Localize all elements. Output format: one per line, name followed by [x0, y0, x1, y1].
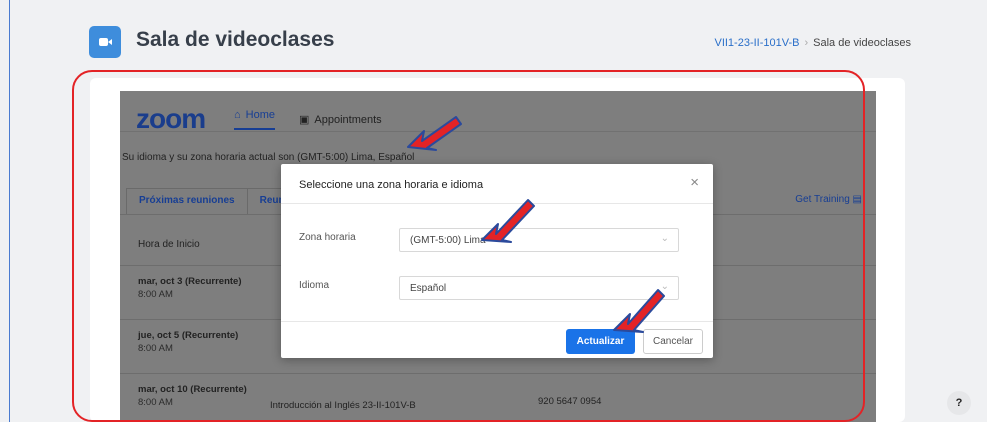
- red-arrow-icon: [407, 116, 462, 151]
- page-header: Sala de videoclases VII1-23-II-101V-B › Sa…: [77, 0, 987, 72]
- page-title: Sala de videoclases: [136, 28, 335, 51]
- breadcrumb-separator: ›: [804, 37, 809, 49]
- breadcrumb: VII1-23-II-101V-B › Sala de videoclases: [714, 37, 911, 49]
- red-arrow-icon: [613, 289, 665, 333]
- video-camera-icon: [89, 26, 121, 58]
- breadcrumb-current: Sala de videoclases: [813, 37, 911, 49]
- frame-border: [9, 0, 10, 422]
- red-arrow-icon: [481, 199, 535, 243]
- breadcrumb-course-link[interactable]: VII1-23-II-101V-B: [714, 37, 799, 49]
- annotation-outline: [72, 70, 865, 422]
- help-button[interactable]: ?: [947, 391, 971, 415]
